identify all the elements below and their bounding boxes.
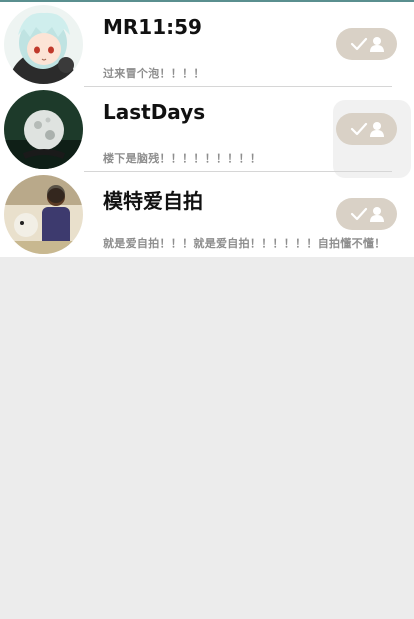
contact-message: 楼下是脑残！！！！！！！！！ <box>103 152 262 165</box>
check-person-button[interactable] <box>336 198 397 230</box>
contact-message: 过来冒个泡！！！！ <box>103 67 205 80</box>
selfie-photo-avatar <box>4 175 83 254</box>
contact-name: LastDays <box>103 100 206 124</box>
person-icon <box>369 122 384 137</box>
contact-list: MR11:59 过来冒个泡！！！！ LastDays 楼下是脑残！！！！！！！！… <box>0 2 414 257</box>
check-icon <box>350 207 367 221</box>
contact-name: MR11:59 <box>103 15 202 39</box>
list-item[interactable]: 模特爱自拍 就是爱自拍！！！就是爱自拍！！！！！！自拍懂不懂！ <box>0 171 414 257</box>
list-item[interactable]: MR11:59 过来冒个泡！！！！ <box>0 2 414 87</box>
person-icon <box>369 37 384 52</box>
check-person-button[interactable] <box>336 113 397 145</box>
contact-message: 就是爱自拍！！！就是爱自拍！！！！！！自拍懂不懂！ <box>103 237 386 250</box>
list-item[interactable]: LastDays 楼下是脑残！！！！！！！！！ <box>0 86 414 172</box>
check-icon <box>350 37 367 51</box>
anime-boy-avatar <box>4 5 83 84</box>
contact-name: 模特爱自拍 <box>103 189 203 213</box>
check-person-button[interactable] <box>336 28 397 60</box>
moon-photo-avatar <box>4 90 83 169</box>
check-icon <box>350 122 367 136</box>
person-icon <box>369 207 384 222</box>
